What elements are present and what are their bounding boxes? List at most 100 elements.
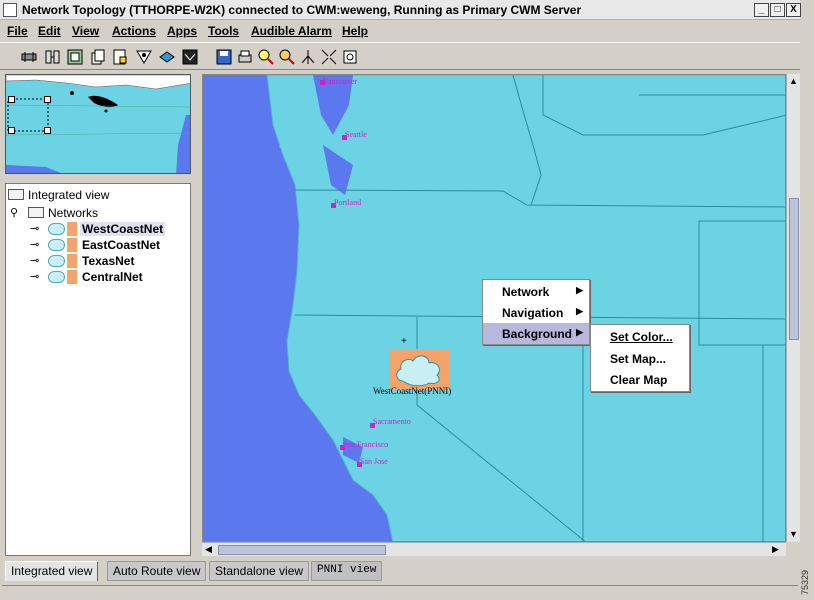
app-icon: [3, 3, 17, 17]
window-title: Network Topology (TTHORPE-W2K) connected…: [22, 3, 582, 17]
cloud-icon: [48, 271, 65, 283]
status-icon: [67, 254, 77, 268]
vertical-scroll-thumb[interactable]: [789, 198, 799, 340]
zoom-out-icon[interactable]: [277, 47, 297, 67]
node-anchor-marker: +: [401, 336, 407, 347]
network-icon[interactable]: [19, 47, 39, 67]
menu-actions[interactable]: Actions: [112, 24, 156, 38]
menu-item-set-color[interactable]: Set Color...: [591, 326, 689, 347]
figure-id: 75329: [800, 569, 810, 595]
resize-handle[interactable]: [44, 96, 51, 103]
background-submenu: Set Color... Set Map... Clear Map: [590, 324, 690, 392]
layer-icon[interactable]: [157, 47, 177, 67]
resize-handle[interactable]: [44, 127, 51, 134]
tree-root-label: Integrated view: [28, 188, 110, 202]
menu-edit[interactable]: Edit: [38, 24, 61, 38]
menu-bar: File Edit View Actions Apps Tools Audibl…: [0, 21, 800, 41]
tree-item-eastcoastnet[interactable]: ⊸ EastCoastNet: [30, 237, 170, 253]
overview-map[interactable]: [5, 74, 191, 174]
expand-toggle-icon[interactable]: ⊸: [30, 222, 39, 235]
menu-apps[interactable]: Apps: [167, 24, 197, 38]
menu-item-clear-map[interactable]: Clear Map: [591, 369, 689, 390]
scroll-up-icon[interactable]: ▲: [789, 76, 798, 86]
submenu-arrow-icon: ▶: [576, 327, 583, 337]
expand-toggle-icon[interactable]: ⊸: [30, 238, 39, 251]
menu-item-set-map[interactable]: Set Map...: [591, 348, 689, 369]
tree-item-centralnet[interactable]: ⊸ CentralNet: [30, 269, 170, 285]
city-label: Portland: [334, 198, 362, 207]
config-icon[interactable]: [65, 47, 85, 67]
menu-item-label: Network: [502, 285, 550, 299]
toolbar: [0, 42, 800, 70]
tree-item-westcoastnet[interactable]: ⊸ WestCoastNet: [30, 221, 170, 237]
tree-item-label: EastCoastNet: [82, 238, 161, 252]
minimize-button[interactable]: _: [754, 3, 769, 17]
zoom-in-icon[interactable]: [256, 47, 276, 67]
scroll-corner: [786, 542, 800, 556]
expand-toggle-icon[interactable]: ⊸: [30, 270, 39, 283]
menu-item-background[interactable]: Background ▶: [483, 323, 589, 344]
menu-tools[interactable]: Tools: [208, 24, 239, 38]
menu-view[interactable]: View: [72, 24, 99, 38]
tab-pnni-view[interactable]: PNNI view: [311, 561, 383, 581]
monitor-icon[interactable]: [180, 47, 200, 67]
menu-item-label: Clear Map: [610, 373, 668, 387]
scroll-left-icon[interactable]: ◀: [205, 544, 212, 554]
expand-toggle-icon[interactable]: ⚲: [10, 206, 18, 219]
horizontal-scrollbar[interactable]: ◀ ▶: [202, 542, 786, 556]
menu-item-label: Set Color...: [610, 330, 673, 344]
network-tree: Integrated view ⚲ Networks ⊸ WestCoastNe…: [5, 183, 191, 556]
status-icon: [67, 222, 77, 236]
tree-item-label: TexasNet: [82, 254, 135, 268]
hierarchy-icon[interactable]: [298, 47, 318, 67]
document-icon[interactable]: [110, 47, 130, 67]
tree-item-label: WestCoastNet: [80, 222, 166, 236]
title-bar: Network Topology (TTHORPE-W2K) connected…: [0, 0, 801, 20]
shrink-icon[interactable]: [319, 47, 339, 67]
inspect-icon[interactable]: [134, 47, 154, 67]
menu-help[interactable]: Help: [342, 24, 368, 38]
menu-file[interactable]: File: [7, 24, 28, 38]
save-icon[interactable]: [214, 47, 234, 67]
resize-handle[interactable]: [8, 127, 15, 134]
menu-item-label: Set Map...: [610, 352, 667, 366]
node-label: WestCoastNet(PNNI): [373, 386, 452, 396]
menu-item-network[interactable]: Network ▶: [483, 281, 589, 302]
copy-icon[interactable]: [88, 47, 108, 67]
city-label: Sacramento: [373, 417, 411, 426]
folder-icon: [28, 207, 44, 218]
status-icon: [67, 270, 77, 284]
menu-item-label: Background: [502, 327, 573, 341]
menu-item-label: Navigation: [502, 306, 564, 320]
close-button[interactable]: X: [786, 3, 801, 17]
tab-auto-route-view[interactable]: Auto Route view: [107, 561, 207, 581]
city-label: Vancouver: [323, 77, 358, 86]
city-label: Seattle: [345, 130, 367, 139]
horizontal-scroll-thumb[interactable]: [218, 545, 386, 555]
menu-audible-alarm[interactable]: Audible Alarm: [251, 24, 332, 38]
overview-map-graphic: [6, 75, 190, 173]
city-label: San Jose: [360, 457, 388, 466]
status-bar: [2, 585, 798, 598]
settings-icon[interactable]: [340, 47, 360, 67]
tree-item-texasnet[interactable]: ⊸ TexasNet: [30, 253, 170, 269]
maximize-button[interactable]: □: [770, 3, 785, 17]
scroll-right-icon[interactable]: ▶: [772, 544, 779, 554]
tab-standalone-view[interactable]: Standalone view: [209, 561, 310, 581]
status-icon: [67, 238, 77, 252]
resize-handle[interactable]: [8, 96, 15, 103]
expand-toggle-icon[interactable]: ⊸: [30, 254, 39, 267]
city-label: San Francisco: [343, 440, 389, 449]
scroll-down-icon[interactable]: ▼: [789, 529, 798, 539]
tab-integrated-view[interactable]: Integrated view: [5, 561, 99, 581]
tree-item-label: CentralNet: [82, 270, 143, 284]
vertical-scrollbar[interactable]: ▲ ▼: [786, 74, 800, 542]
cloud-icon: [48, 255, 65, 267]
context-menu: Network ▶ Navigation ▶ Background ▶: [482, 279, 590, 345]
print-icon[interactable]: [235, 47, 255, 67]
menu-item-navigation[interactable]: Navigation ▶: [483, 302, 589, 323]
cloud-icon[interactable]: [393, 351, 445, 387]
equipment-icon[interactable]: [43, 47, 63, 67]
cloud-icon: [48, 239, 65, 251]
cloud-icon: [48, 223, 65, 235]
